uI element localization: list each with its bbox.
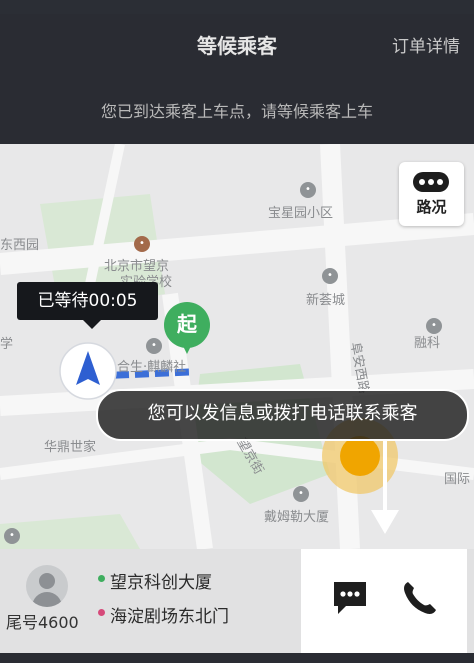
- map-label-baoxing: 宝星园小区: [268, 206, 334, 221]
- arrival-status-text: 您已到达乘客上车点，请等候乘客上车: [100, 102, 373, 121]
- bottom-system-bar: [0, 653, 474, 663]
- down-arrow-icon: [371, 440, 399, 534]
- map-label-damu: 戴姆勒大厦: [264, 510, 330, 525]
- order-detail-link[interactable]: 订单详情: [392, 32, 460, 57]
- wait-timer-tooltip: 已等待00:05: [17, 282, 158, 329]
- message-icon[interactable]: [332, 578, 368, 618]
- status-bar: [0, 0, 474, 14]
- poi-icon: •: [4, 528, 20, 544]
- map-label-rongke: 融科: [414, 336, 441, 351]
- route-destination: 海淀剧场东北门: [110, 607, 229, 627]
- traffic-toggle-button[interactable]: 路况: [399, 162, 464, 226]
- top-header: 等候乘客 订单详情 您已到达乘客上车点，请等候乘客上车: [0, 14, 474, 144]
- avatar: [26, 565, 68, 607]
- contact-actions-panel: [301, 549, 467, 653]
- phone-icon[interactable]: [400, 578, 440, 618]
- traffic-dots-icon: [413, 172, 449, 192]
- map-label-hesheng: 合生·麒麟社: [117, 360, 187, 375]
- school-icon: •: [134, 236, 150, 252]
- destination-dot-icon: [98, 609, 105, 616]
- passenger-tail-number: 尾号4600: [6, 613, 79, 632]
- map-label-left: 学: [0, 337, 14, 352]
- poi-icon: •: [322, 268, 338, 284]
- origin-dot-icon: [98, 575, 105, 582]
- contact-hint-bubble: 您可以发信息或拨打电话联系乘客: [96, 389, 469, 441]
- route-origin: 望京科创大厦: [110, 573, 212, 593]
- pickup-marker-tail: [180, 340, 194, 354]
- poi-icon: •: [293, 486, 309, 502]
- map-label-guoji: 国际: [444, 472, 471, 487]
- poi-icon: •: [300, 182, 316, 198]
- poi-icon: •: [146, 338, 162, 354]
- map-label-xinsheng: 新荟城: [306, 293, 346, 308]
- map-label-dongxiyuan: 东西园: [0, 238, 40, 253]
- traffic-label: 路况: [416, 198, 447, 216]
- map-label-huading: 华鼎世家: [44, 440, 97, 455]
